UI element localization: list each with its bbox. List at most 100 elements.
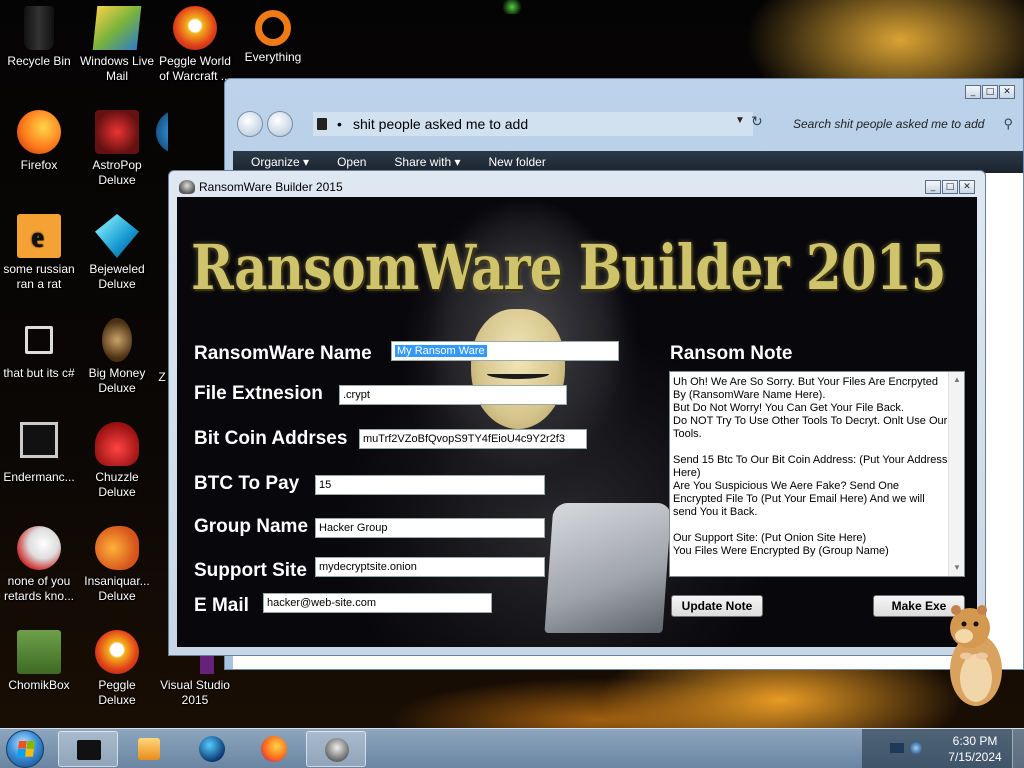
network-icon[interactable] bbox=[890, 743, 904, 753]
desktop-icon-everything[interactable]: Everything bbox=[234, 6, 312, 65]
desktop-icon-chuzzle[interactable]: Chuzzle Deluxe bbox=[78, 422, 156, 500]
ransom-note-text: Uh Oh! We Are So Sorry. But Your Files A… bbox=[673, 376, 948, 557]
desktop-icon-insaniquarium[interactable]: Insaniquar... Deluxe bbox=[78, 526, 156, 604]
forward-button[interactable] bbox=[267, 111, 293, 137]
refresh-icon[interactable]: ↻ bbox=[751, 113, 763, 130]
builder-window-buttons: _ □ ✕ bbox=[925, 180, 975, 194]
window-title: RansomWare Builder 2015 bbox=[199, 180, 343, 194]
ransomware-name-value: My Ransom Ware bbox=[395, 345, 487, 357]
file-extension-label: File Extnesion bbox=[194, 383, 323, 404]
group-name-value: Hacker Group bbox=[319, 522, 388, 534]
desktop-icon-none-of-you[interactable]: none of you retards kno... bbox=[0, 526, 78, 604]
ransom-note-scrollbar[interactable]: ▲ ▼ bbox=[948, 372, 964, 576]
address-bar[interactable]: • shit people asked me to add bbox=[313, 112, 753, 136]
clock-date: 7/15/2024 bbox=[948, 750, 1002, 764]
mask-moustache bbox=[487, 369, 549, 379]
close-button[interactable]: ✕ bbox=[959, 180, 975, 194]
scroll-down-arrow-icon[interactable]: ▼ bbox=[949, 560, 965, 576]
bejeweled-icon bbox=[95, 214, 139, 258]
bitcoin-address-field[interactable]: muTrf2VZoBfQvopS9TY4fEioU4c9Y2r2f3 bbox=[359, 429, 587, 449]
chevron-down-icon[interactable]: ▼ bbox=[735, 115, 745, 126]
desktop-icon-peggle-wow[interactable]: Peggle World of Warcraft ... bbox=[156, 6, 234, 84]
hamster-cheek bbox=[955, 629, 973, 643]
search-input[interactable]: Search shit people asked me to add ⚲ bbox=[781, 112, 1017, 136]
guy-fawkes-mask-image bbox=[471, 309, 565, 429]
astropop-icon bbox=[95, 110, 139, 154]
btc-to-pay-label: BTC To Pay bbox=[194, 473, 300, 494]
btc-to-pay-field[interactable]: 15 bbox=[315, 475, 545, 495]
search-placeholder: Search shit people asked me to add bbox=[793, 117, 985, 131]
desktop-icon-astropop[interactable]: AstroPop Deluxe bbox=[78, 110, 156, 188]
hacker-app-icon bbox=[325, 738, 349, 762]
scroll-up-arrow-icon[interactable]: ▲ bbox=[949, 372, 965, 388]
ransomware-name-field[interactable]: My Ransom Ware bbox=[391, 341, 619, 361]
builder-titlebar[interactable]: RansomWare Builder 2015 bbox=[169, 171, 985, 199]
hamster-desktop-pet[interactable] bbox=[944, 604, 1006, 708]
laptop-image bbox=[544, 503, 672, 633]
volume-icon[interactable] bbox=[910, 741, 922, 755]
desktop-icon-firefox[interactable]: Firefox bbox=[0, 110, 78, 173]
shortcut-icon bbox=[25, 326, 53, 354]
desktop-icon-rat[interactable]: e some russian ran a rat bbox=[0, 214, 78, 292]
support-site-label: Support Site bbox=[194, 560, 307, 581]
taskbar-firefox-button[interactable] bbox=[244, 731, 304, 767]
ransom-note-label: Ransom Note bbox=[670, 343, 793, 364]
desktop-icon-windows-live-mail[interactable]: Windows Live Mail bbox=[78, 6, 156, 84]
ransomware-name-label: RansomWare Name bbox=[194, 343, 372, 364]
desktop-icon-peggle-nights[interactable] bbox=[156, 110, 168, 158]
chuzzle-icon bbox=[95, 422, 139, 466]
bitcoin-address-value: muTrf2VZoBfQvopS9TY4fEioU4c9Y2r2f3 bbox=[363, 433, 565, 445]
desktop-icon-chomikbox[interactable]: ChomikBox bbox=[0, 630, 78, 693]
btc-to-pay-value: 15 bbox=[319, 479, 332, 491]
show-desktop-button[interactable] bbox=[1012, 729, 1024, 768]
hamster-ear bbox=[977, 605, 987, 615]
hamster-eye bbox=[973, 621, 979, 627]
start-button[interactable] bbox=[6, 730, 44, 768]
explorer-navigation-row: • shit people asked me to add ▼ ↻ Search… bbox=[237, 111, 1013, 137]
chomikbox-icon bbox=[17, 630, 61, 674]
ransomware-builder-window[interactable]: RansomWare Builder 2015 _ □ ✕ RansomWare… bbox=[168, 170, 986, 656]
program-icon bbox=[17, 526, 61, 570]
desktop-icon-bejeweled[interactable]: Bejeweled Deluxe bbox=[78, 214, 156, 292]
taskbar-media-player-button[interactable] bbox=[120, 731, 180, 767]
file-extension-field[interactable]: .crypt bbox=[339, 385, 567, 405]
wallpaper-glow bbox=[500, 0, 524, 14]
group-name-field[interactable]: Hacker Group bbox=[315, 518, 545, 538]
maximize-button[interactable]: □ bbox=[942, 180, 958, 194]
desktop-icon-recycle-bin[interactable]: Recycle Bin bbox=[0, 6, 78, 69]
close-button[interactable]: ✕ bbox=[999, 85, 1015, 99]
media-player-icon bbox=[138, 738, 160, 760]
explorer-window-buttons: _ □ ✕ bbox=[965, 85, 1015, 99]
search-icon: ⚲ bbox=[1003, 116, 1013, 131]
support-site-field[interactable]: mydecryptsite.onion bbox=[315, 557, 545, 577]
email-field[interactable]: hacker@web-site.com bbox=[263, 593, 492, 613]
windows-live-mail-icon bbox=[92, 6, 142, 50]
peggle-wow-icon bbox=[173, 6, 217, 50]
app-logo-title: RansomWare Builder 2015 bbox=[191, 231, 947, 304]
taskbar-ransomware-builder-button[interactable] bbox=[306, 731, 366, 767]
desktop-icon-peggle-deluxe[interactable]: Peggle Deluxe bbox=[78, 630, 156, 708]
globe-icon bbox=[199, 736, 225, 762]
desktop-icon-endermanch[interactable]: Endermanc... bbox=[0, 422, 78, 485]
hamster-paw bbox=[976, 652, 988, 660]
builder-client-area: RansomWare Builder 2015 RansomWare Name … bbox=[177, 197, 977, 647]
back-button[interactable] bbox=[237, 111, 263, 137]
ransom-note-textarea[interactable]: Uh Oh! We Are So Sorry. But Your Files A… bbox=[669, 371, 965, 577]
taskbar-explorer-button[interactable] bbox=[58, 731, 118, 767]
desktop-icon-zuma[interactable]: Z bbox=[156, 318, 168, 385]
desktop-icon-big-money[interactable]: Big Money Deluxe bbox=[78, 318, 156, 396]
email-value: hacker@web-site.com bbox=[267, 597, 376, 609]
minimize-button[interactable]: _ bbox=[965, 85, 981, 99]
everything-search-icon bbox=[255, 10, 291, 46]
minimize-button[interactable]: _ bbox=[925, 180, 941, 194]
maximize-button[interactable]: □ bbox=[982, 85, 998, 99]
update-note-button[interactable]: Update Note bbox=[671, 595, 763, 617]
desktop-icon-that-but-its-csharp[interactable]: that but its c# bbox=[0, 318, 78, 381]
firefox-icon bbox=[261, 736, 287, 762]
taskbar-clock[interactable]: 6:30 PM 7/15/2024 bbox=[938, 733, 1012, 765]
taskbar-browser-button[interactable] bbox=[182, 731, 242, 767]
address-text: shit people asked me to add bbox=[353, 116, 529, 132]
firefox-icon bbox=[17, 110, 61, 154]
group-name-label: Group Name bbox=[194, 516, 309, 537]
recycle-bin-icon bbox=[24, 6, 54, 50]
